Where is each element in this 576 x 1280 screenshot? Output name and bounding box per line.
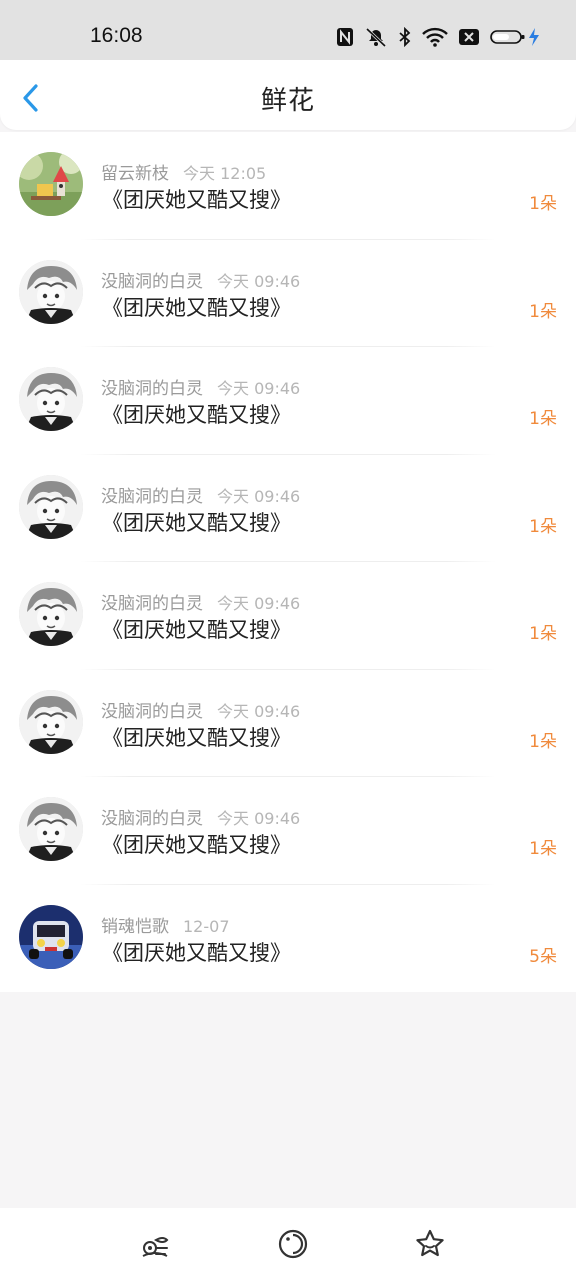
avatar-anime-image [19,689,83,754]
timestamp: 今天 12:05 [183,164,267,183]
flower-count: 1朵 [529,839,557,859]
user-avatar[interactable] [19,259,83,324]
user-name[interactable]: 销魂恺歌 [101,917,169,937]
user-avatar[interactable] [19,367,83,431]
user-avatar[interactable] [19,689,83,754]
flower-count: 1朵 [529,516,557,537]
flower-count: 1朵 [529,194,557,214]
avatar-anime-image [19,582,83,646]
user-name-row: 没脑洞的白灵 今天 09:46 [101,482,300,507]
timestamp: 今天 09:46 [217,594,301,613]
user-avatar[interactable] [19,152,83,216]
avatar-garden-image [19,152,83,216]
book-title[interactable]: 《团厌她又酷又搜》 [102,184,291,214]
user-name[interactable]: 留云新枝 [101,164,169,184]
star-icon [416,1229,444,1257]
charging-icon [529,28,539,46]
timestamp: 今天 09:46 [217,271,301,291]
timestamp: 12-07 [183,916,230,936]
user-name-row: 没脑洞的白灵 今天 09:46 [101,697,300,722]
book-title[interactable]: 《团厌她又酷又搜》 [102,829,291,859]
list-item[interactable]: 留云新枝 今天 12:05 《团厌她又酷又搜》 1朵 [0,132,576,240]
user-name[interactable]: 没脑洞的白灵 [101,487,203,507]
list-item[interactable]: 没脑洞的白灵 今天 09:46 《团厌她又酷又搜》 1朵 [0,347,576,455]
bluetooth-icon [399,27,411,47]
list-item[interactable]: 没脑洞的白灵 今天 09:46 《团厌她又酷又搜》 1朵 [0,240,576,347]
timestamp: 今天 09:46 [217,486,301,506]
wifi-icon [422,27,448,47]
timestamp: 今天 09:46 [217,701,301,721]
user-avatar[interactable] [19,582,83,646]
nav-planet-button[interactable] [277,1228,309,1260]
avatar-anime-image [19,474,83,539]
book-title[interactable]: 《团厌她又酷又搜》 [102,507,291,537]
book-title[interactable]: 《团厌她又酷又搜》 [102,937,291,967]
user-avatar[interactable] [19,904,83,969]
user-name-row: 没脑洞的白灵 今天 09:46 [101,589,300,614]
book-title[interactable]: 《团厌她又酷又搜》 [102,399,291,429]
avatar-anime-image [19,797,83,861]
avatar-car-image [19,904,83,969]
mute-icon [365,27,387,48]
list-item[interactable]: 没脑洞的白灵 今天 09:46 《团厌她又酷又搜》 1朵 [0,777,576,885]
list-item[interactable]: 没脑洞的白灵 今天 09:46 《团厌她又酷又搜》 1朵 [0,562,576,670]
flower-count: 1朵 [529,409,557,429]
book-title[interactable]: 《团厌她又酷又搜》 [102,614,291,644]
header: 鲜花 [0,60,576,130]
flower-count: 1朵 [529,624,557,644]
user-name[interactable]: 没脑洞的白灵 [101,272,203,292]
book-title[interactable]: 《团厌她又酷又搜》 [102,292,291,322]
avatar-anime-image [19,367,83,431]
user-avatar[interactable] [19,474,83,539]
status-time: 16:08 [90,24,143,47]
user-name-row: 销魂恺歌 12-07 [101,912,230,937]
user-name-row: 没脑洞的白灵 今天 09:46 [101,374,300,399]
planet-icon [278,1229,308,1259]
flower-icon [142,1237,169,1257]
book-title[interactable]: 《团厌她又酷又搜》 [102,722,291,752]
flower-count: 5朵 [529,946,557,967]
user-name[interactable]: 没脑洞的白灵 [101,809,203,829]
user-name[interactable]: 没脑洞的白灵 [101,594,203,614]
flower-list: 留云新枝 今天 12:05 《团厌她又酷又搜》 1朵 没脑洞的白灵 今天 09:46… [0,132,576,992]
list-item[interactable]: 销魂恺歌 12-07 《团厌她又酷又搜》 5朵 [0,885,576,993]
user-name-row: 没脑洞的白灵 今天 09:46 [101,267,300,292]
no-sim-icon [459,29,479,45]
timestamp: 今天 09:46 [217,379,301,398]
user-name[interactable]: 没脑洞的白灵 [101,702,203,722]
status-bar: 16:08 [0,0,576,60]
user-name-row: 留云新枝 今天 12:05 [101,159,266,184]
list-item[interactable]: 没脑洞的白灵 今天 09:46 《团厌她又酷又搜》 1朵 [0,455,576,562]
nfc-icon [337,28,353,46]
bottom-nav [0,1208,576,1280]
nav-star-button[interactable] [414,1228,446,1260]
list-item[interactable]: 没脑洞的白灵 今天 09:46 《团厌她又酷又搜》 1朵 [0,670,576,777]
nav-flower-button[interactable] [139,1228,171,1260]
flower-count: 1朵 [529,301,557,322]
user-avatar[interactable] [19,797,83,861]
avatar-anime-image [19,259,83,324]
user-name-row: 没脑洞的白灵 今天 09:46 [101,804,300,829]
page-title: 鲜花 [260,86,315,116]
timestamp: 今天 09:46 [217,809,301,828]
user-name[interactable]: 没脑洞的白灵 [101,379,203,399]
flower-count: 1朵 [529,731,557,752]
battery-icon [490,30,525,44]
